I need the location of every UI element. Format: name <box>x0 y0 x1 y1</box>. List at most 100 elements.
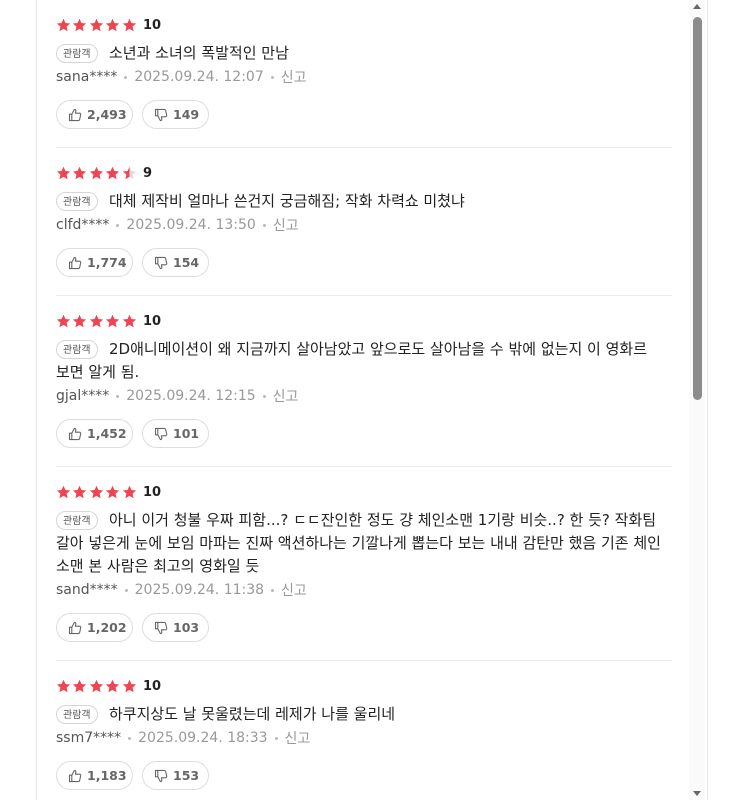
thumbs-up-icon <box>68 769 82 783</box>
review-date: 2025.09.24. 13:50 <box>126 217 256 233</box>
thumbs-down-icon <box>154 256 168 270</box>
review-item: 10 관람객 아니 이거 청불 우짜 피함...? ㄷㄷ잔인한 정도 걍 체인소… <box>56 482 672 661</box>
review-text: 아니 이거 청불 우짜 피함...? ㄷㄷ잔인한 정도 걍 체인소맨 1기랑 비… <box>56 511 661 575</box>
rating: 9 <box>56 163 152 183</box>
star-icon <box>89 485 103 498</box>
dislike-button[interactable]: 101 <box>142 419 209 448</box>
separator-dot <box>262 394 266 398</box>
thumbs-up-icon <box>68 621 82 635</box>
star-icon <box>56 485 71 498</box>
report-link[interactable]: 신고 <box>281 67 307 87</box>
vote-actions: 1,774 154 <box>56 248 218 277</box>
review-item: 10 관람객 하쿠지상도 날 못울렸는데 레제가 나를 울리네 ssm7****… <box>56 676 672 800</box>
star-icon <box>56 679 71 692</box>
reviewer-id: sana**** <box>56 69 118 85</box>
review-text: 2D애니메이션이 왜 지금까지 살아남았고 앞으로도 살아남을 수 밖에 없는지… <box>56 340 647 381</box>
rating: 10 <box>56 676 161 696</box>
separator-dot <box>116 223 120 227</box>
separator-dot <box>274 736 278 740</box>
separator-dot <box>271 588 275 592</box>
separator-dot <box>116 394 120 398</box>
like-count: 1,452 <box>87 426 127 441</box>
star-icon <box>122 679 136 692</box>
star-rating <box>56 18 138 33</box>
star-rating <box>56 485 138 500</box>
scroll-up-arrow-icon[interactable] <box>693 4 701 9</box>
report-link[interactable]: 신고 <box>285 728 311 748</box>
review-date: 2025.09.24. 12:15 <box>126 388 256 404</box>
like-button[interactable]: 1,774 <box>56 248 133 277</box>
like-button[interactable]: 1,202 <box>56 613 133 642</box>
report-link[interactable]: 신고 <box>281 580 307 600</box>
star-icon <box>106 485 120 498</box>
star-icon <box>122 166 136 179</box>
review-item: 10 관람객 소년과 소녀의 폭발적인 만남 sana**** 2025.09.… <box>56 15 672 148</box>
star-icon <box>89 679 103 692</box>
review-text: 하쿠지상도 날 못울렸는데 레제가 나를 울리네 <box>109 705 396 723</box>
dislike-button[interactable]: 103 <box>142 613 209 642</box>
like-button[interactable]: 1,183 <box>56 761 133 790</box>
dislike-button[interactable]: 154 <box>142 248 209 277</box>
star-rating <box>56 679 138 694</box>
star-icon <box>56 166 71 179</box>
rating-score: 9 <box>142 165 152 181</box>
dislike-count: 103 <box>173 620 200 635</box>
reviewer-id: gjal**** <box>56 388 110 404</box>
scroll-down-arrow-icon[interactable] <box>693 791 701 796</box>
star-icon <box>106 314 120 327</box>
star-icon <box>73 485 87 498</box>
reviewer-id: clfd**** <box>56 217 110 233</box>
thumbs-up-icon <box>68 108 82 122</box>
star-icon <box>106 166 120 179</box>
star-icon <box>73 314 87 327</box>
star-icon <box>89 314 103 327</box>
star-icon <box>73 679 87 692</box>
star-icon <box>106 18 120 31</box>
review-date: 2025.09.24. 11:38 <box>134 582 265 598</box>
like-button[interactable]: 1,452 <box>56 419 133 448</box>
review-item: 9 관람객 대체 제작비 얼마나 쓴건지 궁금해짐; 작화 차력쇼 미쳤냐 cl… <box>56 163 672 296</box>
star-icon <box>106 679 120 692</box>
review-list-panel: 10 관람객 소년과 소녀의 폭발적인 만남 sana**** 2025.09.… <box>36 0 708 800</box>
thumbs-down-icon <box>154 427 168 441</box>
vote-actions: 1,452 101 <box>56 419 218 448</box>
scrollbar-thumb[interactable] <box>693 17 702 400</box>
like-button[interactable]: 2,493 <box>56 100 133 129</box>
thumbs-down-icon <box>154 769 168 783</box>
star-icon <box>122 485 136 498</box>
star-rating <box>56 166 138 181</box>
star-icon <box>122 18 136 31</box>
dislike-count: 101 <box>173 426 200 441</box>
review-meta: sana**** 2025.09.24. 12:07 신고 <box>56 67 307 87</box>
review-meta: gjal**** 2025.09.24. 12:15 신고 <box>56 386 298 406</box>
scrollbar[interactable] <box>689 0 705 800</box>
rating-score: 10 <box>142 313 162 329</box>
separator-dot <box>128 736 132 740</box>
vote-actions: 2,493 149 <box>56 100 218 129</box>
like-count: 1,202 <box>87 620 127 635</box>
star-icon <box>73 18 87 31</box>
separator-dot <box>124 588 128 592</box>
thumbs-up-icon <box>68 427 82 441</box>
dislike-count: 153 <box>173 768 200 783</box>
dislike-button[interactable]: 153 <box>142 761 209 790</box>
separator-dot <box>270 75 274 79</box>
star-icon <box>122 314 136 327</box>
rating: 10 <box>56 311 161 331</box>
review-date: 2025.09.24. 18:33 <box>138 730 268 746</box>
star-rating <box>56 314 138 329</box>
rating-score: 10 <box>142 484 162 500</box>
thumbs-down-icon <box>154 621 168 635</box>
review-meta: clfd**** 2025.09.24. 13:50 신고 <box>56 215 299 235</box>
report-link[interactable]: 신고 <box>273 386 299 406</box>
star-icon <box>89 18 103 31</box>
like-count: 1,183 <box>87 768 127 783</box>
review-text: 소년과 소녀의 폭발적인 만남 <box>109 44 289 62</box>
separator-dot <box>124 75 128 79</box>
report-link[interactable]: 신고 <box>273 215 299 235</box>
rating-score: 10 <box>142 17 162 33</box>
thumbs-up-icon <box>68 256 82 270</box>
dislike-button[interactable]: 149 <box>142 100 209 129</box>
like-count: 2,493 <box>87 107 127 122</box>
rating-score: 10 <box>142 678 162 694</box>
